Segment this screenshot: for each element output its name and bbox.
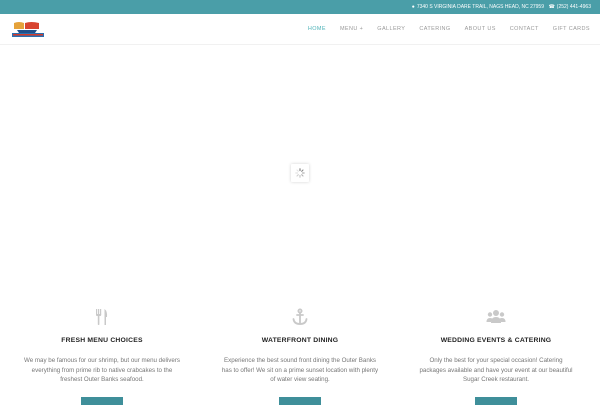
feature-title: FRESH MENU CHOICES bbox=[61, 337, 143, 344]
nav-catering[interactable]: CATERING bbox=[419, 26, 450, 32]
loading-spinner bbox=[291, 164, 309, 182]
nav-contact[interactable]: CONTACT bbox=[510, 26, 539, 32]
feature-wedding-events: WEDDING EVENTS & CATERING Only the best … bbox=[416, 308, 576, 405]
phone-icon: ☎ bbox=[548, 4, 555, 10]
feature-button[interactable] bbox=[81, 396, 123, 405]
feature-button[interactable] bbox=[475, 396, 517, 405]
group-icon bbox=[486, 310, 506, 323]
phone-text[interactable]: ☎ (252) 441-4963 bbox=[549, 4, 591, 10]
feature-title: WEDDING EVENTS & CATERING bbox=[440, 337, 552, 344]
feature-text: Experience the best sound front dining t… bbox=[221, 357, 379, 384]
address-text[interactable]: ● 7340 S VIRGINIA DARE TRAIL, NAGS HEAD, … bbox=[412, 4, 544, 10]
top-info-bar: ● 7340 S VIRGINIA DARE TRAIL, NAGS HEAD, … bbox=[0, 0, 600, 14]
feature-waterfront-dining: WATERFRONT DINING Experience the best so… bbox=[220, 308, 380, 405]
utensils-icon bbox=[96, 309, 108, 325]
feature-title: WATERFRONT DINING bbox=[261, 337, 339, 344]
nav-menu[interactable]: MENU + bbox=[340, 26, 363, 32]
map-marker-icon: ● bbox=[411, 4, 415, 10]
nav-gift-cards[interactable]: GIFT CARDS bbox=[553, 26, 590, 32]
feature-fresh-menu: FRESH MENU CHOICES We may be famous for … bbox=[22, 308, 182, 405]
nav-home[interactable]: HOME bbox=[308, 26, 326, 32]
nav-about-us[interactable]: ABOUT US bbox=[465, 26, 496, 32]
feature-text: Only the best for your special occasion!… bbox=[419, 357, 573, 384]
nav-gallery[interactable]: GALLERY bbox=[377, 26, 405, 32]
site-logo[interactable] bbox=[11, 21, 45, 39]
site-header: HOME MENU + GALLERY CATERING ABOUT US CO… bbox=[0, 14, 600, 45]
feature-button[interactable] bbox=[279, 396, 321, 405]
anchor-icon bbox=[292, 308, 308, 325]
feature-text: We may be famous for our shrimp, but our… bbox=[23, 357, 180, 384]
spinner-icon bbox=[295, 168, 305, 178]
main-nav: HOME MENU + GALLERY CATERING ABOUT US CO… bbox=[294, 26, 590, 32]
